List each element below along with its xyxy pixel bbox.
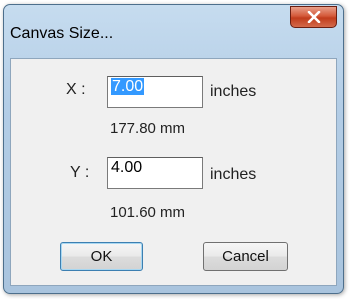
y-label: Y : [70, 164, 90, 181]
y-input[interactable]: 4.00 [107, 157, 203, 189]
y-metric-value: 101.60 mm [110, 204, 186, 221]
title-bar[interactable]: Canvas Size... [4, 5, 343, 61]
cancel-button[interactable]: Cancel [203, 242, 288, 271]
x-metric-value: 177.80 mm [110, 120, 186, 137]
close-icon [291, 7, 336, 27]
dialog-body: X : 7.00 inches 177.80 mm Y : 4.00 inche… [10, 58, 337, 286]
y-value: 4.00 [111, 159, 143, 176]
x-label: X : [66, 81, 86, 98]
x-value: 7.00 [111, 78, 145, 95]
ok-button[interactable]: OK [60, 242, 143, 271]
y-unit: inches [210, 166, 257, 183]
x-input[interactable]: 7.00 [107, 76, 203, 108]
close-button[interactable] [290, 6, 337, 28]
canvas-size-dialog: Canvas Size... X : 7.00 inches 177.80 mm… [3, 4, 344, 294]
x-unit: inches [210, 83, 257, 100]
dialog-title: Canvas Size... [10, 25, 114, 42]
